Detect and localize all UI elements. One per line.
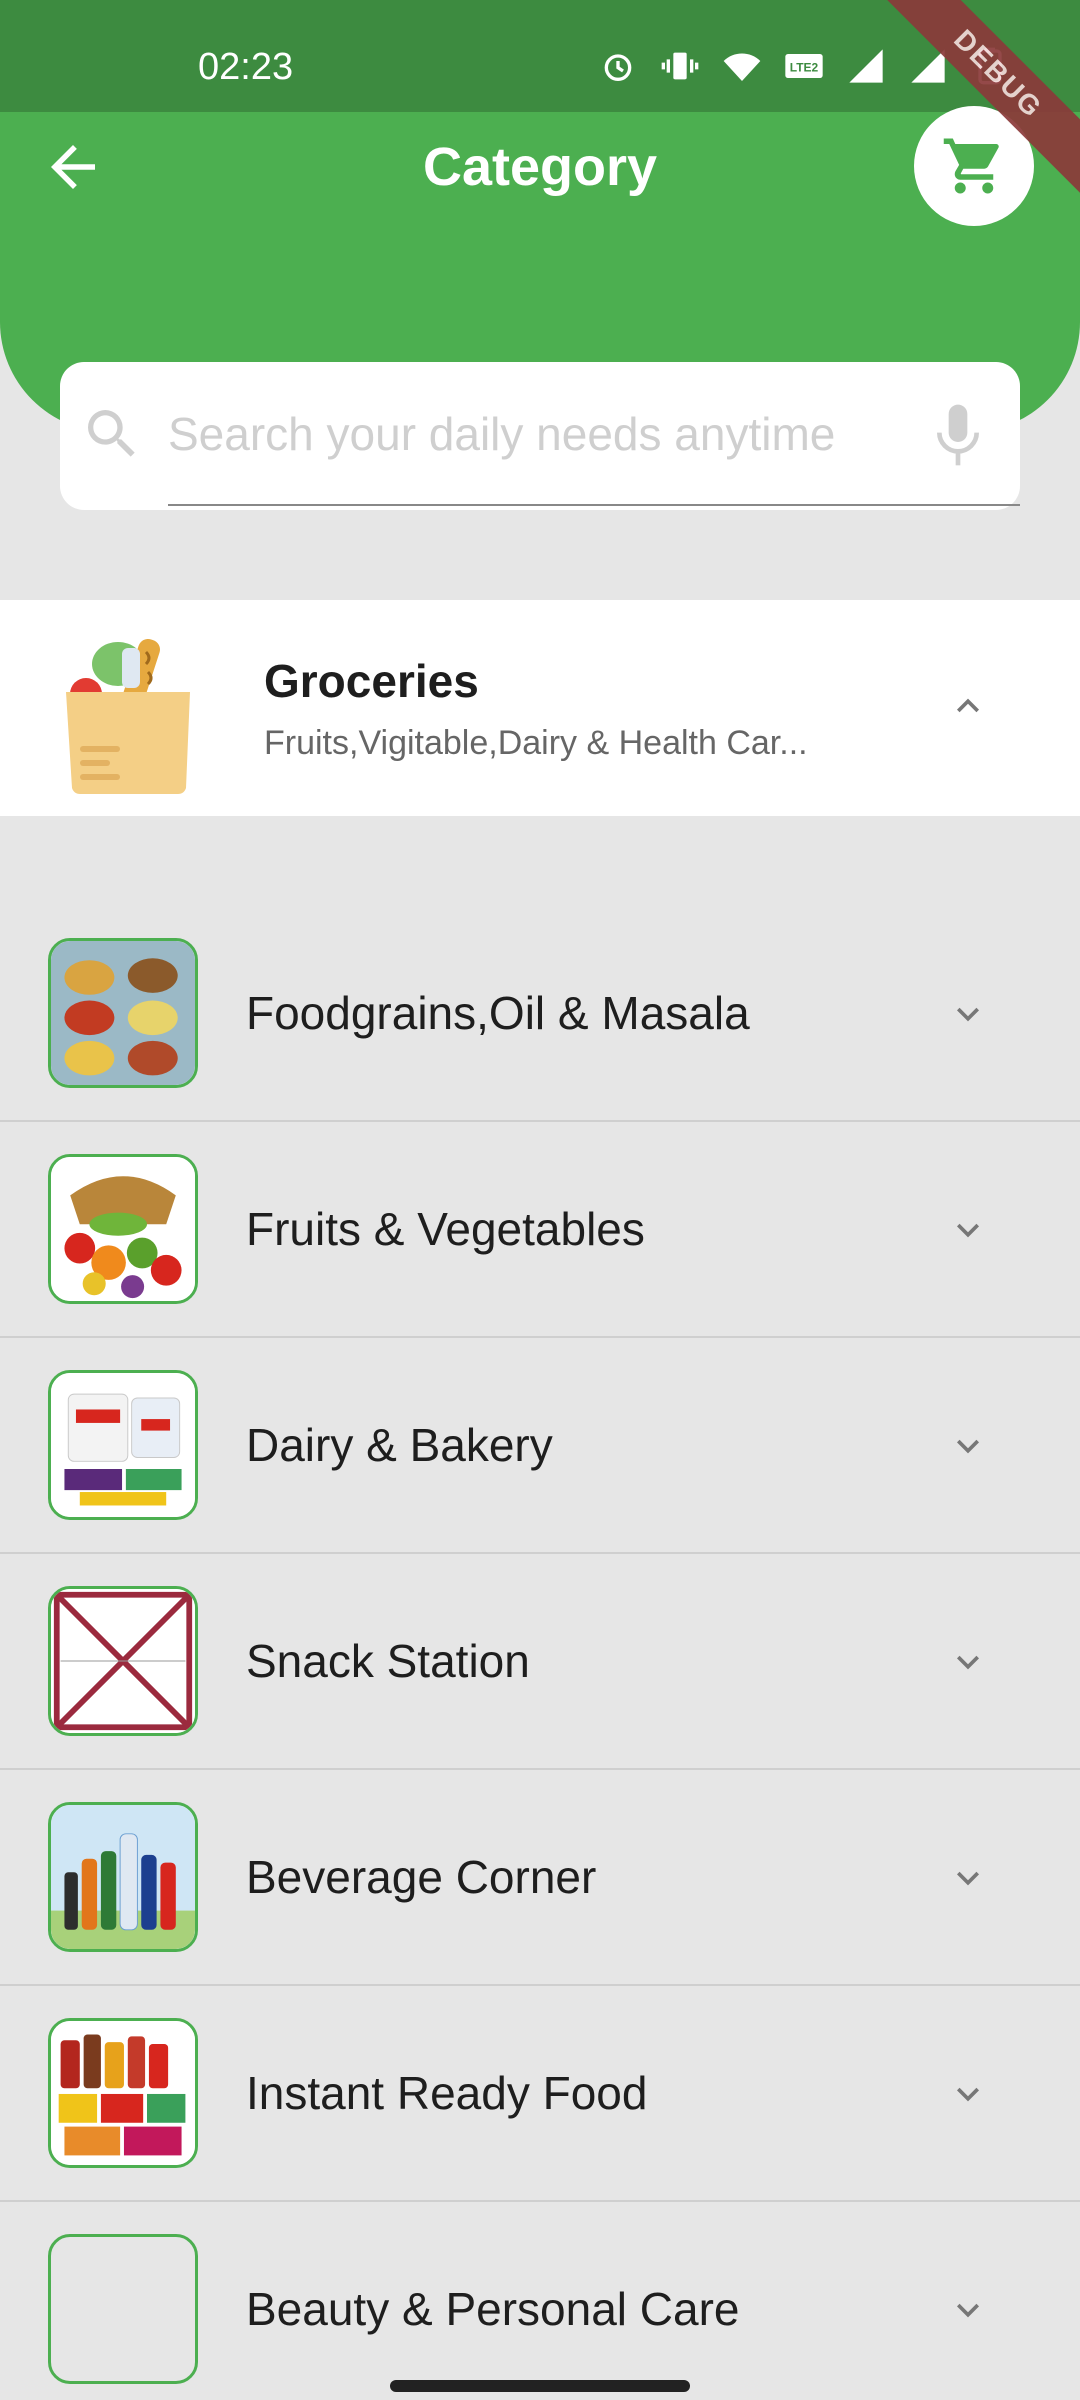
beauty-personal-care-thumbnail — [48, 2234, 198, 2384]
search-icon — [80, 402, 150, 472]
foodgrains-thumbnail — [48, 938, 198, 1088]
category-row-beauty-personal-care[interactable]: Beauty & Personal Care — [0, 2202, 1080, 2400]
broken-image-placeholder-icon — [48, 1586, 198, 1736]
category-label: Instant Ready Food — [246, 2067, 648, 2119]
status-time: 02:23 — [198, 46, 294, 88]
category-list: Foodgrains,Oil & Masala Fruits & Vegetab… — [0, 906, 1080, 2400]
category-row-beverage-corner[interactable]: Beverage Corner — [0, 1770, 1080, 1986]
category-row-instant-ready-food[interactable]: Instant Ready Food — [0, 1986, 1080, 2202]
screen: 02:23 LTE2 DEBUG Category Search your da… — [0, 0, 1080, 2400]
groceries-bag-icon — [60, 622, 200, 794]
chevron-down-icon[interactable] — [946, 1424, 990, 1468]
beverage-corner-thumbnail — [48, 1802, 198, 1952]
chevron-down-icon[interactable] — [946, 2288, 990, 2332]
category-group-groceries[interactable]: Groceries Fruits,Vigitable,Dairy & Healt… — [0, 600, 1080, 816]
chevron-down-icon[interactable] — [946, 2072, 990, 2116]
chevron-down-icon[interactable] — [946, 1208, 990, 1252]
category-row-snack-station[interactable]: Snack Station — [0, 1554, 1080, 1770]
category-label: Foodgrains,Oil & Masala — [246, 987, 750, 1039]
volte-icon: LTE2 — [784, 46, 824, 86]
group-title: Groceries — [264, 655, 479, 707]
category-label: Dairy & Bakery — [246, 1419, 553, 1471]
category-label: Fruits & Vegetables — [246, 1203, 645, 1255]
category-label: Beauty & Personal Care — [246, 2283, 740, 2335]
signal-icon — [846, 46, 886, 86]
vibrate-icon — [660, 46, 700, 86]
category-row-fruits-vegetables[interactable]: Fruits & Vegetables — [0, 1122, 1080, 1338]
group-subtitle: Fruits,Vigitable,Dairy & Health Car... — [264, 724, 808, 762]
search-input[interactable] — [168, 392, 918, 476]
fruits-vegetables-thumbnail — [48, 1154, 198, 1304]
microphone-icon[interactable] — [930, 400, 990, 470]
chevron-down-icon[interactable] — [946, 992, 990, 1036]
category-row-foodgrains[interactable]: Foodgrains,Oil & Masala — [0, 906, 1080, 1122]
svg-text:LTE2: LTE2 — [790, 60, 819, 74]
instant-ready-food-thumbnail — [48, 2018, 198, 2168]
category-label: Snack Station — [246, 1635, 530, 1687]
chevron-up-icon[interactable] — [946, 684, 990, 728]
wifi-icon — [722, 46, 762, 86]
chevron-down-icon[interactable] — [946, 1640, 990, 1684]
dairy-bakery-thumbnail — [48, 1370, 198, 1520]
search-box — [60, 362, 1020, 510]
category-label: Beverage Corner — [246, 1851, 597, 1903]
search-underline — [168, 504, 1020, 506]
shopping-cart-icon — [943, 138, 999, 194]
alarm-icon — [598, 46, 638, 86]
gesture-nav-bar[interactable] — [390, 2380, 690, 2392]
category-row-dairy-bakery[interactable]: Dairy & Bakery — [0, 1338, 1080, 1554]
chevron-down-icon[interactable] — [946, 1856, 990, 1900]
